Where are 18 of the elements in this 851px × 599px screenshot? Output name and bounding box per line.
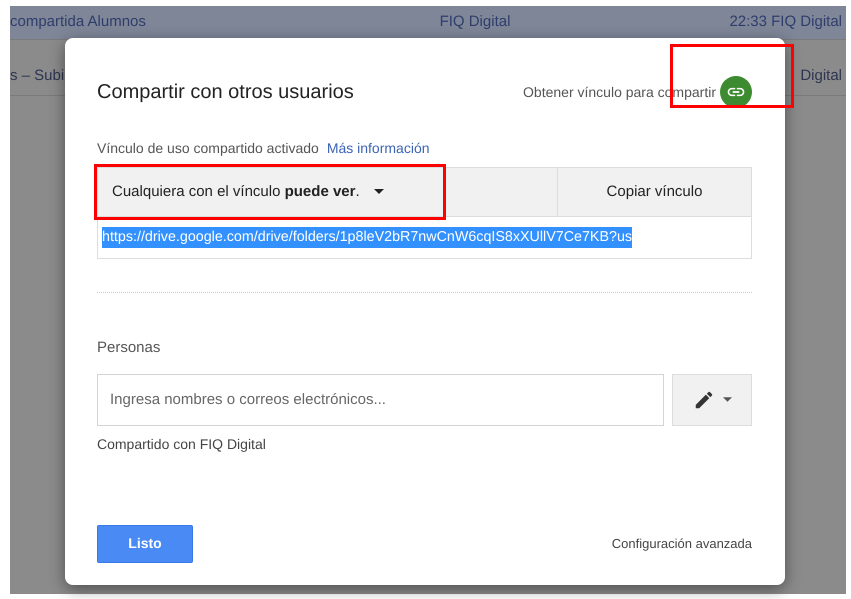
dialog-title: Compartir con otros usuarios	[97, 80, 354, 105]
advanced-settings-link[interactable]: Configuración avanzada	[612, 534, 752, 554]
edit-permission-button[interactable]	[672, 374, 752, 426]
row-cell-text: FIQ Digital	[438, 12, 512, 32]
row-cell-text: compartida Alumnos	[10, 12, 147, 32]
caret-icon	[374, 189, 384, 194]
row-cell-text: 22:33 FIQ Digital	[728, 12, 842, 32]
shared-with-text: Compartido con FIQ Digital	[97, 434, 267, 454]
copy-link-button[interactable]: Copiar vínculo	[558, 168, 751, 216]
link-icon[interactable]	[720, 76, 752, 108]
people-input-field[interactable]: Ingresa nombres o correos electrónicos...	[97, 374, 664, 426]
access-dropdown[interactable]: Cualquiera con el vínculo puede ver.	[98, 168, 558, 216]
caret-icon	[722, 397, 732, 402]
row-cell-text: s – Subi	[10, 66, 66, 86]
more-info-link[interactable]: Más información	[326, 140, 430, 156]
link-status-text: Vínculo de uso compartido activado	[97, 140, 319, 156]
row-cell-text: Digital	[799, 66, 842, 86]
people-label: Personas	[97, 338, 162, 358]
